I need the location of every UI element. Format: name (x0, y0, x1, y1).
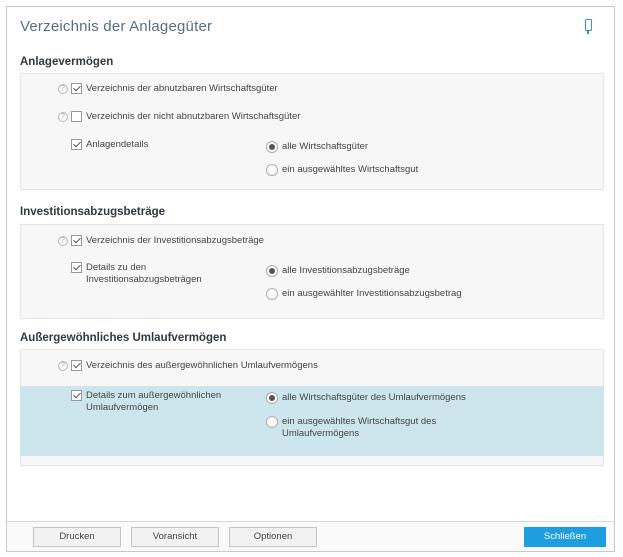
radio-row-ein-wirtschaftsgut[interactable]: ein ausgewähltes Wirtschaftsgut (266, 164, 418, 176)
section-title-investitionsabzugsbetraege: Investitionsabzugsbeträge (20, 206, 166, 218)
radio-row-alle-wirtschaftsgueter[interactable]: alle Wirtschaftsgüter (266, 141, 368, 153)
checkbox-verzeichnis-invest[interactable] (71, 235, 82, 246)
row-details-invest: Details zu den Investitionsabzugsbeträge… (71, 262, 202, 286)
label-ein-invest: ein ausgewählter Investitionsabzugsbetra… (282, 288, 462, 299)
dialog-window: Verzeichnis der Anlagegüter Anlagevermög… (6, 6, 615, 552)
radio-ein-wirtschaftsgut[interactable] (266, 164, 278, 176)
row-nicht-abnutzbar: ? Verzeichnis der nicht abnutzbaren Wirt… (58, 111, 300, 123)
label-ein-wirtschaftsgut: ein ausgewähltes Wirtschaftsgut (282, 164, 419, 175)
radio-row-alle-umlauf[interactable]: alle Wirtschaftsgüter des Umlaufvermögen… (266, 392, 466, 404)
radio-alle-umlauf[interactable] (266, 392, 278, 404)
radio-row-ein-invest[interactable]: ein ausgewählter Investitionsabzugsbetra… (266, 288, 462, 300)
dialog-footer: Drucken Voransicht Optionen Schließen (7, 521, 614, 551)
row-verzeichnis-umlauf: ? Verzeichnis des außergewöhnlichen Umla… (58, 360, 318, 372)
close-button[interactable]: Schließen (524, 527, 606, 547)
radio-row-alle-invest[interactable]: alle Investitionsabzugsbeträge (266, 265, 410, 277)
options-button[interactable]: Optionen (229, 527, 317, 547)
row-abnutzbar: ? Verzeichnis der abnutzbaren Wirtschaft… (58, 83, 278, 95)
pin-icon[interactable] (585, 19, 592, 34)
label-anlagendetails: Anlagendetails (86, 139, 149, 150)
radio-ein-umlauf[interactable] (266, 416, 278, 428)
label-alle-umlauf: alle Wirtschaftsgüter des Umlaufvermögen… (282, 392, 466, 403)
help-icon[interactable]: ? (58, 112, 68, 122)
radio-alle-invest[interactable] (266, 265, 278, 277)
radio-ein-invest[interactable] (266, 288, 278, 300)
label-alle-wirtschaftsgueter: alle Wirtschaftsgüter (282, 141, 369, 152)
dialog-title: Verzeichnis der Anlagegüter (20, 18, 213, 35)
label-details-invest: Details zu den Investitionsabzugsbeträge… (86, 262, 202, 285)
label-details-umlauf: Details zum außergewöhnlichen Umlaufverm… (86, 390, 222, 413)
checkbox-abnutzbar[interactable] (71, 83, 82, 94)
label-abnutzbar: Verzeichnis der abnutzbaren Wirtschaftsg… (86, 83, 278, 94)
label-verzeichnis-umlauf: Verzeichnis des außergewöhnlichen Umlauf… (86, 360, 318, 371)
radio-alle-wirtschaftsgueter[interactable] (266, 141, 278, 153)
radio-row-ein-umlauf[interactable]: ein ausgewähltes Wirtschaftsgut des Umla… (266, 416, 436, 440)
help-icon[interactable]: ? (58, 236, 68, 246)
checkbox-anlagendetails[interactable] (71, 139, 82, 150)
checkbox-details-umlauf[interactable] (71, 390, 82, 401)
section-title-anlagevermoegen: Anlagevermögen (20, 56, 114, 68)
row-verzeichnis-invest: ? Verzeichnis der Investitionsabzugsbetr… (58, 235, 264, 247)
checkbox-details-invest[interactable] (71, 262, 82, 273)
help-icon[interactable]: ? (58, 84, 68, 94)
row-details-umlauf: Details zum außergewöhnlichen Umlaufverm… (71, 390, 221, 414)
label-alle-invest: alle Investitionsabzugsbeträge (282, 265, 410, 276)
checkbox-verzeichnis-umlauf[interactable] (71, 360, 82, 371)
row-anlagendetails: Anlagendetails (71, 139, 148, 151)
checkbox-nicht-abnutzbar[interactable] (71, 111, 82, 122)
print-button[interactable]: Drucken (33, 527, 121, 547)
section-title-umlaufvermoegen: Außergewöhnliches Umlaufvermögen (20, 332, 227, 344)
label-verzeichnis-invest: Verzeichnis der Investitionsabzugsbeträg… (86, 235, 264, 246)
label-ein-umlauf: ein ausgewähltes Wirtschaftsgut des Umla… (282, 416, 437, 439)
help-icon[interactable]: ? (58, 361, 68, 371)
preview-button[interactable]: Voransicht (131, 527, 219, 547)
label-nicht-abnutzbar: Verzeichnis der nicht abnutzbaren Wirtsc… (86, 111, 301, 122)
